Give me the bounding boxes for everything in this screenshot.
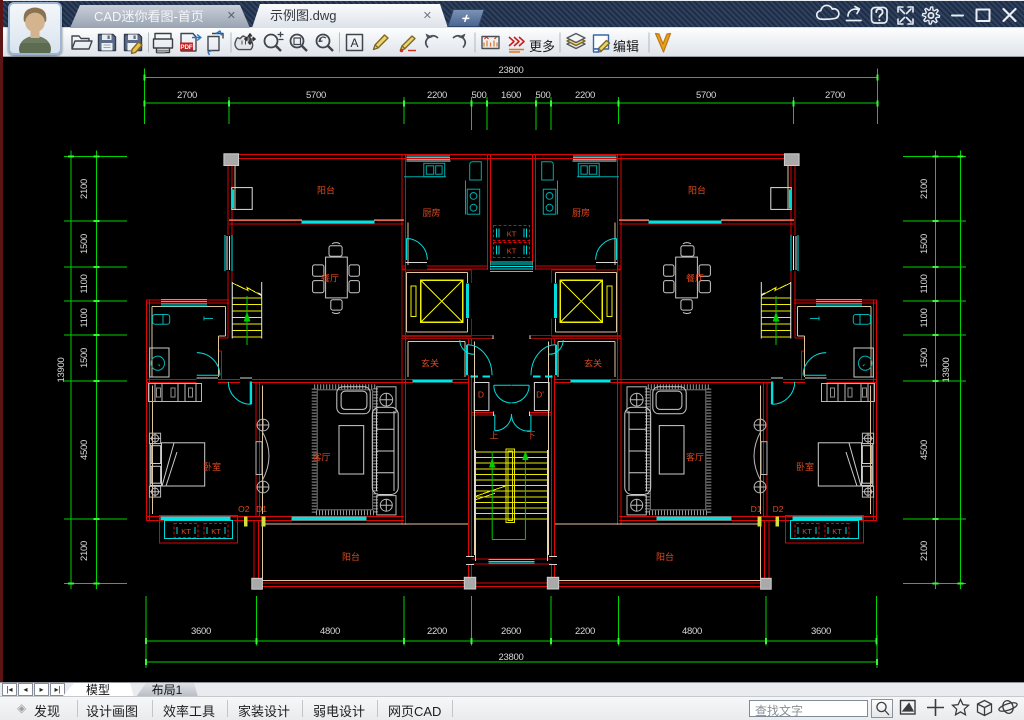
svg-text:D': D' (536, 390, 544, 400)
svg-text:1100: 1100 (79, 274, 90, 293)
svg-text:A: A (350, 36, 358, 50)
svg-text:阳台: 阳台 (342, 551, 360, 562)
svg-text:4500: 4500 (919, 440, 930, 460)
svg-text:KT: KT (181, 527, 191, 536)
svg-text:5700: 5700 (696, 90, 716, 101)
svg-text:2600: 2600 (501, 626, 521, 637)
svg-text:2100: 2100 (919, 179, 930, 199)
svg-text:2200: 2200 (575, 90, 595, 101)
svg-text:1100: 1100 (919, 308, 930, 327)
svg-text:KT: KT (832, 527, 842, 536)
svg-text:1100: 1100 (79, 308, 90, 327)
svg-text:餐厅: 餐厅 (686, 273, 704, 284)
svg-text:D1: D1 (751, 504, 762, 514)
svg-text:KT: KT (211, 527, 221, 536)
svg-text:500: 500 (472, 90, 487, 101)
svg-text:KT: KT (802, 527, 812, 536)
svg-text:KT: KT (507, 230, 517, 239)
svg-text:KT: KT (507, 247, 517, 256)
svg-text:厨房: 厨房 (572, 207, 590, 218)
svg-text:D: D (478, 390, 484, 400)
svg-text:4800: 4800 (320, 626, 340, 637)
svg-text:23800: 23800 (499, 652, 524, 663)
svg-text:客厅: 客厅 (312, 452, 330, 463)
svg-text:13900: 13900 (941, 358, 952, 383)
svg-text:玄关: 玄关 (584, 358, 602, 369)
svg-text:餐厅: 餐厅 (321, 273, 339, 284)
svg-text:厨房: 厨房 (422, 207, 440, 218)
svg-text:O2: O2 (238, 504, 250, 514)
svg-text:卧室: 卧室 (796, 461, 814, 472)
svg-text:1500: 1500 (79, 348, 90, 368)
svg-text:5700: 5700 (306, 90, 326, 101)
svg-text:3600: 3600 (191, 626, 211, 637)
svg-text:2100: 2100 (919, 541, 930, 561)
svg-text:1500: 1500 (919, 234, 930, 254)
svg-text:23800: 23800 (499, 65, 524, 76)
svg-text:玄关: 玄关 (421, 358, 439, 369)
svg-text:1500: 1500 (919, 348, 930, 368)
svg-text:1500: 1500 (79, 234, 90, 254)
svg-text:下: 下 (526, 431, 535, 441)
svg-text:2200: 2200 (427, 626, 447, 637)
svg-text:2100: 2100 (79, 179, 90, 199)
svg-text:2700: 2700 (177, 90, 197, 101)
svg-text:上: 上 (489, 431, 498, 441)
svg-text:卧室: 卧室 (203, 461, 221, 472)
svg-text:阳台: 阳台 (688, 185, 706, 196)
svg-text:PDF: PDF (180, 44, 193, 51)
svg-text:D2: D2 (773, 504, 784, 514)
svg-text:3600: 3600 (811, 626, 831, 637)
svg-text:D1: D1 (256, 504, 267, 514)
svg-text:2700: 2700 (825, 90, 845, 101)
svg-text:4500: 4500 (79, 440, 90, 460)
svg-text:500: 500 (536, 90, 551, 101)
svg-text:1100: 1100 (919, 274, 930, 293)
svg-text:2100: 2100 (79, 541, 90, 561)
svg-text:阳台: 阳台 (317, 185, 335, 196)
svg-text:4800: 4800 (682, 626, 702, 637)
svg-text:客厅: 客厅 (686, 452, 704, 463)
svg-text:2200: 2200 (427, 90, 447, 101)
svg-text:1600: 1600 (501, 90, 521, 101)
svg-text:阳台: 阳台 (656, 551, 674, 562)
svg-text:13900: 13900 (56, 358, 67, 383)
svg-text:2200: 2200 (575, 626, 595, 637)
